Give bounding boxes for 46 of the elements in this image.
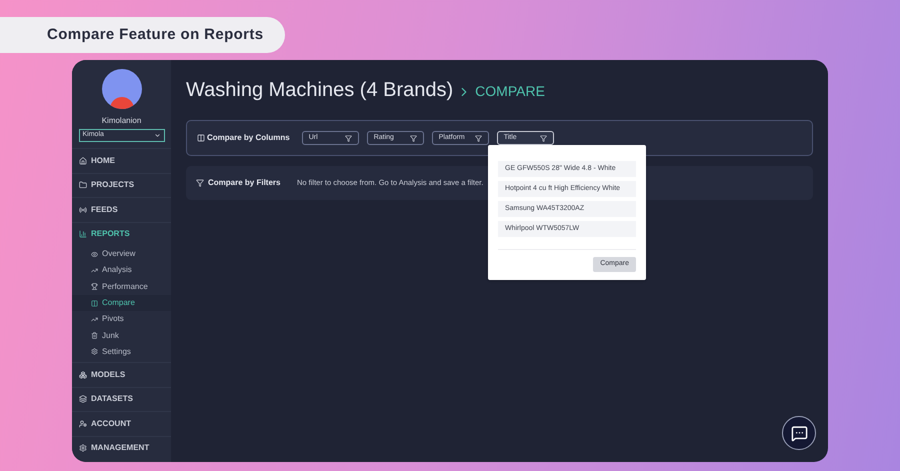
chat-button[interactable] (782, 416, 816, 450)
trend-icon (91, 316, 98, 323)
nav-subitem[interactable]: Junk (72, 327, 171, 344)
trend-icon (91, 266, 98, 274)
home-icon (79, 156, 87, 165)
nav-item[interactable]: PROJECTS (72, 174, 171, 197)
breadcrumb-label: COMPARE (475, 82, 545, 101)
nav-item[interactable]: MODELS (72, 363, 171, 387)
nav-item[interactable]: FEEDS (72, 198, 171, 222)
filter-icon (540, 134, 547, 142)
nav-subitem[interactable]: Pivots (72, 311, 171, 328)
nav-subitem[interactable]: Compare (72, 294, 171, 312)
nav-item[interactable]: MANAGEMENT (72, 436, 171, 460)
columns-icon (197, 134, 205, 142)
signal-icon (79, 206, 87, 214)
filter-icon (474, 134, 482, 142)
avatar (102, 69, 142, 109)
user-icon (79, 420, 87, 428)
folder-icon (79, 181, 87, 190)
eye-icon (91, 250, 98, 258)
nav-subitem[interactable]: Settings (72, 344, 171, 360)
nav-item[interactable]: ACCOUNT (72, 412, 171, 436)
panel-label: Compare by Filters (208, 177, 282, 189)
filter-icon (410, 134, 417, 142)
chat-icon (790, 424, 808, 442)
filter-icon (344, 134, 352, 142)
nav-item[interactable]: HOME (72, 149, 171, 172)
columns-icon (91, 300, 98, 307)
nav-subitem[interactable]: Overview (72, 246, 171, 262)
nav-subitem[interactable]: Performance (72, 278, 171, 295)
layers-icon (79, 395, 87, 404)
chevron-down-icon (154, 132, 160, 139)
trophy-icon (91, 283, 98, 290)
trash-icon (91, 332, 98, 340)
nav-item[interactable]: REPORTS (72, 222, 171, 246)
settings-icon (91, 348, 98, 356)
filter-icon (196, 179, 204, 187)
bar-chart-icon (79, 230, 87, 238)
user-name: Kimolanion (102, 115, 142, 127)
settings-icon (79, 444, 87, 452)
page-title: Washing Machines (4 Brands) (186, 78, 454, 103)
nav-item[interactable]: DATASETS (72, 388, 171, 412)
banner-title: Compare Feature on Reports (0, 17, 285, 53)
nav-subitem[interactable]: Analysis (72, 262, 171, 279)
panel-label: Compare by Columns (207, 132, 290, 144)
grid-icon (79, 370, 87, 379)
